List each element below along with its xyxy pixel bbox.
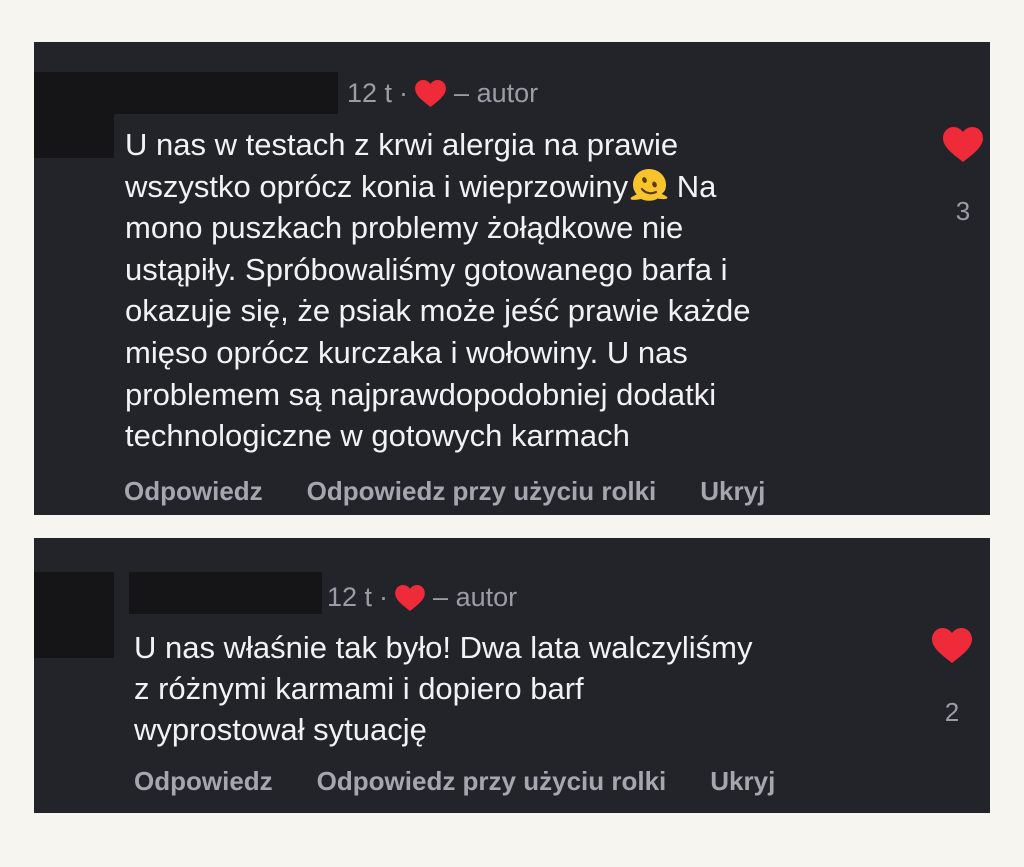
heart-icon[interactable]	[943, 127, 983, 162]
comment-actions: Odpowiedz Odpowiedz przy użyciu rolki Uk…	[134, 766, 775, 797]
author-tag: – autor	[433, 582, 518, 612]
redacted-username	[34, 72, 338, 114]
reply-button[interactable]: Odpowiedz	[134, 766, 273, 797]
melting-face-emoji-icon	[630, 167, 668, 203]
comment-time: 12 t	[347, 78, 393, 108]
like-count: 3	[955, 196, 971, 226]
like-button[interactable]: 3	[941, 127, 985, 227]
comment-meta: 12 t · – autor	[347, 78, 538, 109]
reply-with-reel-button[interactable]: Odpowiedz przy użyciu rolki	[307, 476, 657, 507]
redacted-username	[129, 572, 322, 614]
author-liked-heart-icon	[395, 584, 425, 611]
hide-button[interactable]: Ukryj	[710, 766, 775, 797]
reply-button[interactable]: Odpowiedz	[124, 476, 263, 507]
like-button[interactable]: 2	[930, 628, 974, 728]
comment-text: U nas w testach z krwi alergia na prawie…	[125, 124, 895, 457]
comment-text: U nas właśnie tak było! Dwa lata walczyl…	[134, 630, 753, 747]
redacted-avatar	[34, 572, 114, 658]
heart-icon[interactable]	[932, 628, 972, 663]
meta-separator: ·	[399, 78, 409, 108]
like-count: 2	[944, 697, 960, 727]
comment-card-1: 12 t · – autor U nas w testach z krwi al…	[34, 42, 990, 515]
reply-with-reel-button[interactable]: Odpowiedz przy użyciu rolki	[317, 766, 667, 797]
author-liked-heart-icon	[415, 80, 446, 107]
hide-button[interactable]: Ukryj	[700, 476, 765, 507]
comment-card-2: 12 t · – autor U nas właśnie tak było! D…	[34, 538, 990, 813]
author-tag: – autor	[454, 78, 539, 108]
comment-text-part-2: Na mono puszkach problemy żołądkowe nie …	[125, 168, 751, 454]
meta-separator: ·	[379, 582, 389, 612]
comment-text-part-1: U nas w testach z krwi alergia na prawie…	[125, 127, 679, 204]
comment-meta: 12 t · – autor	[327, 582, 517, 613]
comment-time: 12 t	[327, 582, 373, 612]
comment-actions: Odpowiedz Odpowiedz przy użyciu rolki Uk…	[124, 476, 765, 507]
redacted-avatar	[34, 114, 114, 158]
